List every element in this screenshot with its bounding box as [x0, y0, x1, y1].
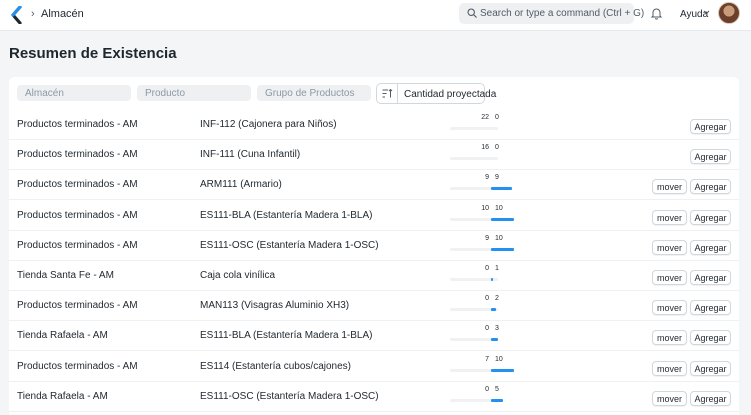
move-button[interactable]: mover [652, 300, 687, 315]
product-name[interactable]: Caja cola vinílica [200, 270, 275, 281]
projected-qty-label: 10 [495, 205, 503, 212]
projected-qty-label: 0 [495, 114, 499, 121]
search-placeholder: Search or type a command (Ctrl + G) [480, 8, 645, 19]
product-name[interactable]: ES111-OSC (Estantería Madera 1-OSC) [200, 391, 379, 402]
warehouse-name[interactable]: Productos terminados - AM [17, 300, 138, 311]
warehouse-filter-input[interactable] [17, 85, 131, 101]
add-button[interactable]: Agregar [690, 361, 731, 376]
qty-bar-track [450, 127, 498, 130]
sort-selector: Cantidad proyectada [376, 83, 496, 104]
add-button[interactable]: Agregar [690, 391, 731, 406]
add-button[interactable]: Agregar [690, 149, 731, 164]
add-button[interactable]: Agregar [690, 270, 731, 285]
add-button[interactable]: Agregar [690, 119, 731, 134]
actual-qty-label: 7 [485, 356, 489, 363]
add-button[interactable]: Agregar [690, 179, 731, 194]
projected-qty-label: 0 [495, 144, 499, 151]
search-bar[interactable]: Search or type a command (Ctrl + G) [459, 3, 644, 24]
add-button[interactable]: Agregar [690, 300, 731, 315]
projected-qty-label: 10 [495, 235, 503, 242]
projected-qty-label: 1 [495, 265, 499, 272]
actual-qty-label: 0 [485, 295, 489, 302]
actual-qty-label: 16 [481, 144, 489, 151]
user-avatar[interactable] [718, 2, 740, 24]
projected-qty-label: 9 [495, 174, 499, 181]
move-button[interactable]: mover [652, 270, 687, 285]
actual-qty-label: 10 [481, 205, 489, 212]
move-button[interactable]: mover [652, 330, 687, 345]
stock-row: Productos terminados - AM INF-111 (Cuna I… [9, 140, 739, 170]
sort-order-button[interactable] [377, 84, 398, 103]
product-name[interactable]: ES114 (Estantería cubos/cajones) [200, 361, 351, 372]
add-button[interactable]: Agregar [690, 240, 731, 255]
projected-qty-bar [491, 187, 512, 190]
projected-qty-bar [491, 248, 514, 251]
move-button[interactable]: mover [652, 240, 687, 255]
product-filter-input[interactable] [137, 85, 251, 101]
qty-bar-track [450, 157, 498, 160]
chevron-down-icon[interactable] [703, 10, 710, 15]
warehouse-name[interactable]: Productos terminados - AM [17, 210, 138, 221]
projected-qty-bar [491, 338, 498, 341]
product-name[interactable]: ES111-OSC (Estantería Madera 1-OSC) [200, 240, 379, 251]
search-icon [467, 8, 477, 18]
stock-row: Tienda Santa Fe - AM Caja cola vinílica 0 1… [9, 261, 739, 291]
warehouse-name[interactable]: Productos terminados - AM [17, 119, 138, 130]
projected-qty-bar [491, 399, 503, 402]
product-name[interactable]: ARM111 (Armario) [200, 179, 282, 190]
warehouse-name[interactable]: Productos terminados - AM [17, 361, 138, 372]
breadcrumb-chevron-icon: › [31, 8, 35, 20]
move-button[interactable]: mover [652, 210, 687, 225]
actual-qty-label: 9 [485, 235, 489, 242]
warehouse-name[interactable]: Tienda Rafaela - AM [17, 330, 108, 341]
product-name[interactable]: ES111-BLA (Estantería Madera 1-BLA) [200, 330, 373, 341]
stock-row: Productos terminados - AM ARM111 (Armario… [9, 170, 739, 200]
navbar: › Almacén Search or type a command (Ctrl… [0, 0, 751, 31]
actual-qty-label: 0 [485, 265, 489, 272]
warehouse-name[interactable]: Tienda Rafaela - AM [17, 391, 108, 402]
product-name[interactable]: ES111-BLA (Estantería Madera 1-BLA) [200, 210, 373, 221]
add-button[interactable]: Agregar [690, 210, 731, 225]
add-button[interactable]: Agregar [690, 330, 731, 345]
page-title: Resumen de Existencia [9, 45, 177, 62]
projected-qty-label: 10 [495, 356, 503, 363]
projected-qty-label: 3 [495, 325, 499, 332]
stock-row: Productos terminados - AM ES114 (Estanter… [9, 352, 739, 382]
warehouse-name[interactable]: Productos terminados - AM [17, 179, 138, 190]
warehouse-name[interactable]: Productos terminados - AM [17, 149, 138, 160]
actual-qty-label: 0 [485, 386, 489, 393]
product-name[interactable]: MAN113 (Visagras Aluminio XH3) [200, 300, 349, 311]
filter-bar: Cantidad proyectada [9, 77, 739, 110]
actual-qty-label: 0 [485, 325, 489, 332]
stock-row: Tienda Rafaela - AM ES111-OSC (Estantería… [9, 382, 739, 412]
actual-qty-label: 9 [485, 174, 489, 181]
stock-row: Productos terminados - AM ES111-BLA (Esta… [9, 201, 739, 231]
breadcrumb-almacen[interactable]: Almacén [41, 8, 84, 20]
sort-icon [382, 89, 393, 98]
stock-summary-card: Cantidad proyectada Productos terminados… [9, 77, 739, 415]
projected-qty-bar [491, 218, 514, 221]
projected-qty-label: 2 [495, 295, 499, 302]
product-name[interactable]: INF-112 (Cajonera para Niños) [200, 119, 337, 130]
product-group-filter-input[interactable] [257, 85, 371, 101]
product-name[interactable]: INF-111 (Cuna Infantil) [200, 149, 300, 160]
stock-row: Productos terminados - AM MAN113 (Visagra… [9, 291, 739, 321]
sort-field-button[interactable]: Cantidad proyectada [404, 89, 496, 100]
stock-row: Productos terminados - AM ES111-OSC (Esta… [9, 231, 739, 261]
actual-qty-label: 22 [481, 114, 489, 121]
warehouse-name[interactable]: Productos terminados - AM [17, 240, 138, 251]
move-button[interactable]: mover [652, 179, 687, 194]
move-button[interactable]: mover [652, 391, 687, 406]
move-button[interactable]: mover [652, 361, 687, 376]
projected-qty-bar [491, 369, 514, 372]
app-logo-icon[interactable] [10, 6, 24, 24]
stock-row: Productos terminados - AM INF-112 (Cajone… [9, 110, 739, 140]
warehouse-name[interactable]: Tienda Santa Fe - AM [17, 270, 114, 281]
projected-qty-label: 5 [495, 386, 499, 393]
projected-qty-bar [491, 308, 496, 311]
stock-row: Tienda Rafaela - AM ES111-BLA (Estantería… [9, 321, 739, 351]
notification-bell-icon[interactable] [651, 7, 662, 20]
